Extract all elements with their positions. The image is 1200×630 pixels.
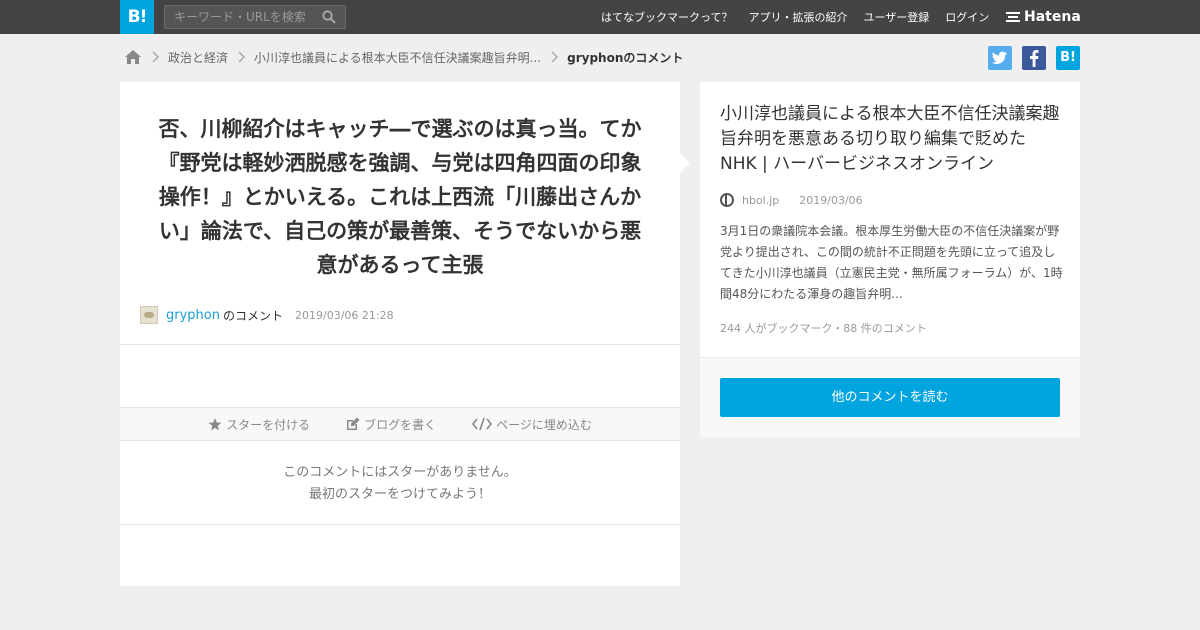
header-nav: はてなブックマークって？ アプリ・拡張の紹介 ユーザー登録 ログイン <box>585 0 989 34</box>
add-star-button[interactable]: スターを付ける <box>208 416 310 433</box>
comment-panel: 否、川柳紹介はキャッチ―で選ぶのは真っ当。てか『野党は軽妙洒脱感を強調、与党は四… <box>120 82 680 586</box>
edit-icon <box>347 417 360 430</box>
comment-meta: gryphon のコメント 2019/03/06 21:28 <box>140 305 394 325</box>
twitter-share-button[interactable] <box>988 46 1012 70</box>
entry-site: hbol.jp 2019/03/06 <box>720 192 863 208</box>
divider <box>120 344 680 345</box>
entry-summary: 3月1日の衆議院本会議。根本厚生労働大臣の不信任決議案が野党より提出され、この間… <box>720 224 1063 301</box>
no-star-line1: このコメントにはスターがありません。 <box>283 465 517 480</box>
breadcrumb-current: gryphonのコメント <box>567 50 684 65</box>
comment-text: 否、川柳紹介はキャッチ―で選ぶのは真っ当。てか『野党は軽妙洒脱感を強調、与党は四… <box>158 117 642 277</box>
entry-footer: 他のコメントを読む <box>700 357 1080 437</box>
nav-login[interactable]: ログイン <box>945 9 989 25</box>
nav-register[interactable]: ユーザー登録 <box>863 9 929 25</box>
user-suffix: のコメント <box>222 308 283 323</box>
write-blog-button[interactable]: ブログを書く <box>346 416 436 433</box>
twitter-icon <box>992 51 1007 64</box>
embed-label: ページに埋め込む <box>496 417 592 432</box>
comment-actions: スターを付ける ブログを書く ページに埋め込む <box>120 407 680 441</box>
facebook-icon <box>1030 50 1039 67</box>
user-link[interactable]: gryphon <box>166 308 220 323</box>
hatebu-logo[interactable]: B! <box>120 0 154 34</box>
avatar[interactable] <box>140 306 158 324</box>
facebook-share-button[interactable] <box>1022 46 1046 70</box>
top-bar: B! はてなブックマークって？ アプリ・拡張の紹介 ユーザー登録 ログイン Ha… <box>0 0 1200 34</box>
panel-arrow <box>680 153 690 173</box>
hatena-mark-icon <box>1006 12 1020 22</box>
embed-button[interactable]: ページに埋め込む <box>472 416 592 433</box>
breadcrumb: 政治と経済 小川淳也議員による根本大臣不信任決議案趣旨弁明... gryphon… <box>124 46 683 68</box>
write-blog-label: ブログを書く <box>364 417 437 432</box>
chevron-right-icon <box>551 51 559 63</box>
code-icon <box>472 417 493 431</box>
search-icon[interactable] <box>322 10 336 24</box>
breadcrumb-category[interactable]: 政治と経済 <box>168 49 228 66</box>
search-input[interactable] <box>165 6 315 28</box>
comment-date[interactable]: 2019/03/06 21:28 <box>295 309 394 322</box>
chevron-right-icon <box>238 51 246 63</box>
hatebu-share-button[interactable]: B! <box>1056 46 1080 70</box>
hatena-label: Hatena <box>1024 9 1081 25</box>
nav-about[interactable]: はてなブックマークって？ <box>601 9 732 25</box>
no-star-message: このコメントにはスターがありません。 最初のスターをつけてみよう！ <box>120 462 680 506</box>
entry-stats[interactable]: 244 人がブックマーク・88 件のコメント <box>720 320 927 336</box>
site-domain[interactable]: hbol.jp <box>742 194 779 207</box>
search-box[interactable] <box>164 5 346 29</box>
entry-title[interactable]: 小川淳也議員による根本大臣不信任決議案趣旨弁明を悪意ある切り取り編集で貶めたNH… <box>720 102 1062 177</box>
site-favicon-icon <box>720 193 734 207</box>
nav-apps[interactable]: アプリ・拡張の紹介 <box>748 9 847 25</box>
hatena-logo[interactable]: Hatena <box>1006 8 1081 26</box>
star-icon <box>208 417 222 430</box>
entry-date: 2019/03/06 <box>799 193 863 207</box>
no-star-line2: 最初のスターをつけてみよう！ <box>308 487 491 502</box>
read-more-comments-button[interactable]: 他のコメントを読む <box>720 378 1060 417</box>
home-icon[interactable] <box>124 49 142 65</box>
add-star-label: スターを付ける <box>226 417 311 432</box>
entry-panel: 小川淳也議員による根本大臣不信任決議案趣旨弁明を悪意ある切り取り編集で貶めたNH… <box>700 82 1080 437</box>
divider <box>120 524 680 525</box>
chevron-right-icon <box>152 51 160 63</box>
breadcrumb-entry[interactable]: 小川淳也議員による根本大臣不信任決議案趣旨弁明... <box>254 49 541 66</box>
